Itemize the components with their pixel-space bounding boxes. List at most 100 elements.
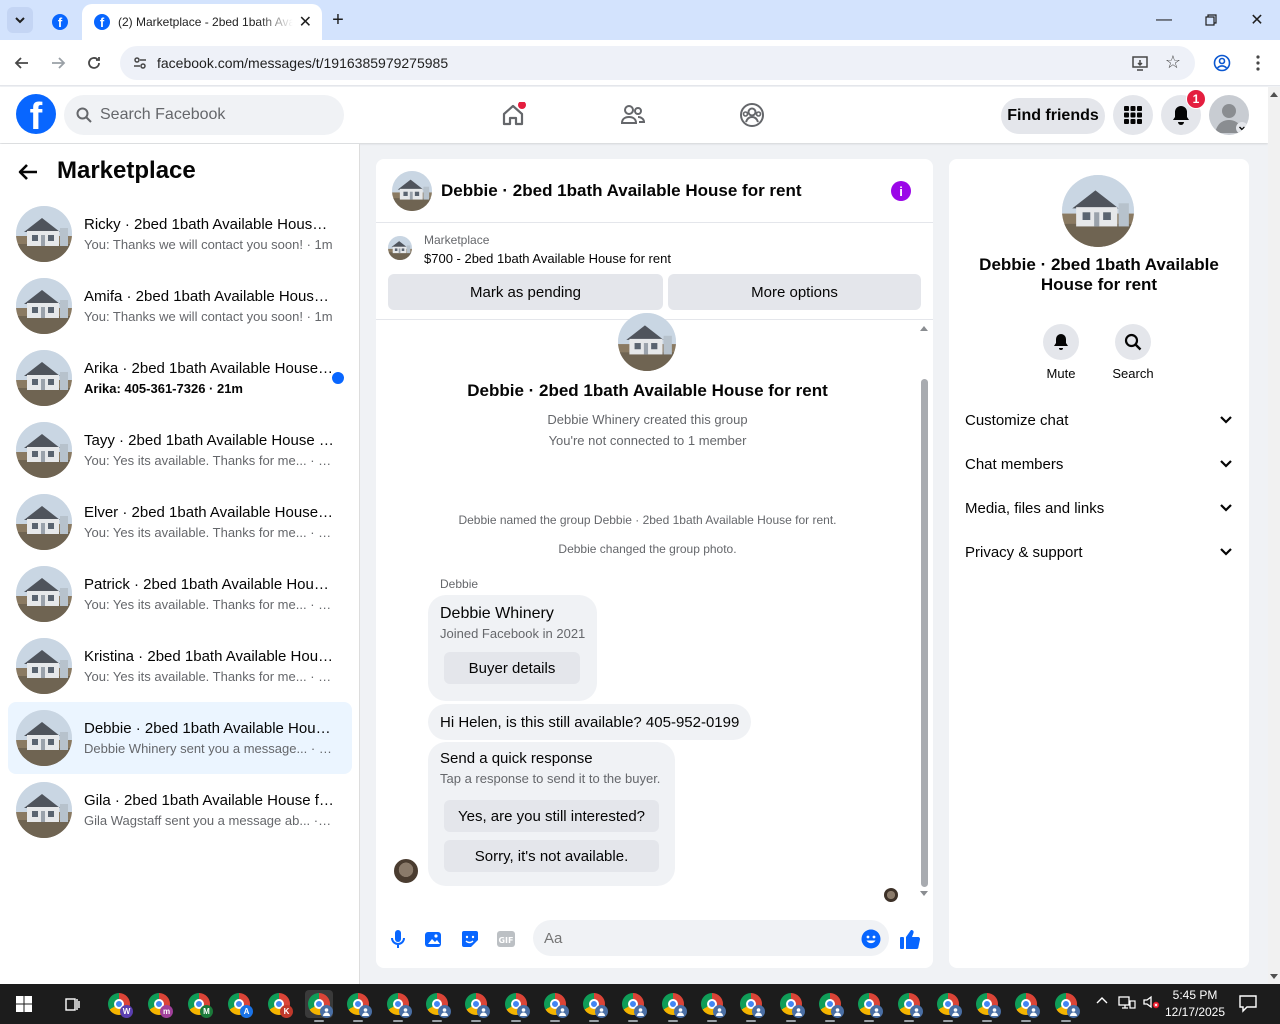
taskbar-chrome-app[interactable] bbox=[423, 990, 451, 1022]
thread-scrollbar[interactable] bbox=[918, 324, 930, 898]
tab-close-icon[interactable]: ✕ bbox=[299, 12, 312, 32]
conversation-item[interactable]: Patrick · 2bed 1bath Available House for… bbox=[8, 558, 352, 630]
conversation-item[interactable]: Tayy · 2bed 1bath Available House for re… bbox=[8, 414, 352, 486]
attach-photo-icon[interactable] bbox=[422, 927, 446, 951]
taskbar-chrome-app[interactable] bbox=[895, 990, 923, 1022]
listing-thumbnail[interactable] bbox=[388, 236, 412, 260]
conversation-item[interactable]: Arika · 2bed 1bath Available House for r… bbox=[8, 342, 352, 414]
taskbar-chrome-app[interactable]: K bbox=[265, 990, 293, 1018]
search-icon[interactable] bbox=[1115, 324, 1151, 360]
bookmark-star-icon[interactable]: ☆ bbox=[1165, 52, 1181, 73]
menu-grid-icon[interactable] bbox=[1113, 95, 1153, 135]
taskbar-chrome-app[interactable] bbox=[384, 990, 412, 1022]
quick-reply-interested-button[interactable]: Yes, are you still interested? bbox=[444, 800, 659, 832]
reload-icon[interactable] bbox=[82, 51, 106, 75]
sticker-icon[interactable] bbox=[458, 927, 482, 951]
taskbar-chrome-app[interactable] bbox=[462, 990, 491, 1022]
task-view-icon[interactable] bbox=[58, 990, 86, 1018]
system-clock[interactable]: 5:45 PM 12/17/2025 bbox=[1160, 987, 1230, 1021]
privacy-support-section[interactable]: Privacy & support bbox=[965, 530, 1233, 574]
buyer-details-button[interactable]: Buyer details bbox=[444, 652, 580, 684]
network-icon[interactable] bbox=[1118, 994, 1136, 1013]
taskbar-chrome-app[interactable] bbox=[541, 990, 569, 1022]
forward-arrow-icon[interactable] bbox=[46, 51, 70, 75]
sender-avatar[interactable] bbox=[392, 857, 420, 885]
message-bubble[interactable]: Hi Helen, is this still available? 405-9… bbox=[428, 704, 752, 740]
conversation-item[interactable]: Amifa · 2bed 1bath Available House for r… bbox=[8, 270, 352, 342]
taskbar-chrome-app[interactable]: m bbox=[145, 990, 173, 1018]
chat-members-section[interactable]: Chat members bbox=[965, 442, 1233, 486]
customize-chat-section[interactable]: Customize chat bbox=[965, 398, 1233, 442]
chrome-menu-icon[interactable] bbox=[1246, 51, 1270, 75]
back-arrow-icon[interactable] bbox=[18, 160, 46, 184]
address-bar[interactable]: facebook.com/messages/t/1916385979275985… bbox=[120, 46, 1195, 80]
taskbar-chrome-app[interactable] bbox=[934, 990, 962, 1022]
taskbar-chrome-app[interactable]: M bbox=[185, 990, 213, 1018]
tray-overflow-chevron-icon[interactable] bbox=[1096, 994, 1108, 1010]
taskbar-chrome-app[interactable]: A bbox=[225, 990, 253, 1018]
media-files-links-section[interactable]: Media, files and links bbox=[965, 486, 1233, 530]
taskbar-chrome-app[interactable] bbox=[659, 990, 687, 1022]
scrollbar-thumb[interactable] bbox=[921, 379, 928, 887]
new-tab-button[interactable]: + bbox=[326, 8, 350, 32]
search-action[interactable]: Search bbox=[1103, 324, 1163, 381]
message-input[interactable] bbox=[533, 920, 889, 956]
taskbar-chrome-app[interactable] bbox=[344, 990, 373, 1022]
taskbar-chrome-app[interactable] bbox=[777, 990, 805, 1022]
thumbs-up-icon[interactable] bbox=[898, 927, 922, 951]
site-settings-icon[interactable] bbox=[132, 55, 148, 74]
minimize-icon[interactable]: — bbox=[1152, 8, 1176, 32]
pinned-tab-facebook[interactable]: f bbox=[40, 4, 80, 40]
tab-search-dropdown-icon[interactable] bbox=[7, 7, 33, 33]
conversation-item[interactable]: Ricky · 2bed 1bath Available House for r… bbox=[8, 198, 352, 270]
taskbar-chrome-app[interactable] bbox=[305, 990, 333, 1022]
quick-reply-not-available-button[interactable]: Sorry, it's not available. bbox=[444, 840, 659, 872]
mark-as-pending-button[interactable]: Mark as pending bbox=[388, 274, 663, 310]
taskbar-chrome-app[interactable] bbox=[855, 990, 884, 1022]
profile-badge-icon bbox=[595, 1005, 609, 1018]
bell-icon[interactable] bbox=[1043, 324, 1079, 360]
page-scrollbar[interactable] bbox=[1268, 87, 1280, 984]
chrome-profile-icon[interactable] bbox=[1210, 51, 1234, 75]
conversation-item[interactable]: Debbie · 2bed 1bath Available House for … bbox=[8, 702, 352, 774]
install-app-icon[interactable] bbox=[1131, 54, 1149, 75]
find-friends-button[interactable]: Find friends bbox=[1001, 98, 1105, 134]
gif-icon[interactable]: GIF bbox=[494, 927, 518, 951]
conversation-item[interactable]: Kristina · 2bed 1bath Available House fo… bbox=[8, 630, 352, 702]
group-photo[interactable] bbox=[1062, 175, 1134, 247]
taskbar-chrome-app[interactable] bbox=[737, 990, 766, 1022]
taskbar-chrome-app[interactable] bbox=[580, 990, 609, 1022]
chat-title[interactable]: Debbie · 2bed 1bath Available House for … bbox=[441, 181, 802, 201]
mute-action[interactable]: Mute bbox=[1031, 324, 1091, 381]
more-options-button[interactable]: More options bbox=[668, 274, 921, 310]
facebook-search-field[interactable]: Search Facebook bbox=[64, 95, 344, 135]
conversation-item[interactable]: Gila · 2bed 1bath Available House for re… bbox=[8, 774, 352, 846]
conversation-info-icon[interactable]: i bbox=[891, 181, 911, 201]
groups-icon[interactable] bbox=[736, 99, 768, 131]
account-avatar[interactable] bbox=[1209, 95, 1249, 135]
group-created-note: Debbie Whinery created this group bbox=[547, 412, 748, 427]
taskbar-chrome-app[interactable] bbox=[502, 990, 530, 1022]
taskbar-chrome-app[interactable] bbox=[619, 990, 648, 1022]
notification-center-icon[interactable] bbox=[1238, 993, 1258, 1016]
taskbar-chrome-app[interactable] bbox=[1052, 990, 1080, 1022]
windows-start-icon[interactable] bbox=[10, 990, 38, 1018]
taskbar-chrome-app[interactable]: W bbox=[105, 990, 133, 1018]
taskbar-chrome-app[interactable] bbox=[973, 990, 1002, 1022]
taskbar-chrome-app[interactable] bbox=[1012, 990, 1041, 1022]
group-avatar[interactable] bbox=[392, 170, 432, 211]
emoji-icon[interactable] bbox=[859, 927, 883, 951]
conversation-item[interactable]: Elver · 2bed 1bath Available House for r… bbox=[8, 486, 352, 558]
restore-icon[interactable] bbox=[1199, 8, 1223, 32]
active-tab[interactable]: f (2) Marketplace - 2bed 1bath Available… bbox=[82, 4, 322, 40]
volume-muted-icon[interactable] bbox=[1142, 994, 1160, 1013]
close-window-icon[interactable]: ✕ bbox=[1245, 8, 1269, 32]
taskbar-chrome-app[interactable] bbox=[816, 990, 844, 1022]
back-arrow-icon[interactable] bbox=[10, 51, 34, 75]
listing-title[interactable]: $700 - 2bed 1bath Available House for re… bbox=[424, 251, 671, 266]
voice-clip-icon[interactable] bbox=[386, 927, 410, 951]
friends-icon[interactable] bbox=[617, 99, 649, 131]
facebook-logo-icon[interactable]: f bbox=[16, 94, 56, 134]
home-icon[interactable] bbox=[497, 99, 529, 131]
taskbar-chrome-app[interactable] bbox=[698, 990, 726, 1022]
